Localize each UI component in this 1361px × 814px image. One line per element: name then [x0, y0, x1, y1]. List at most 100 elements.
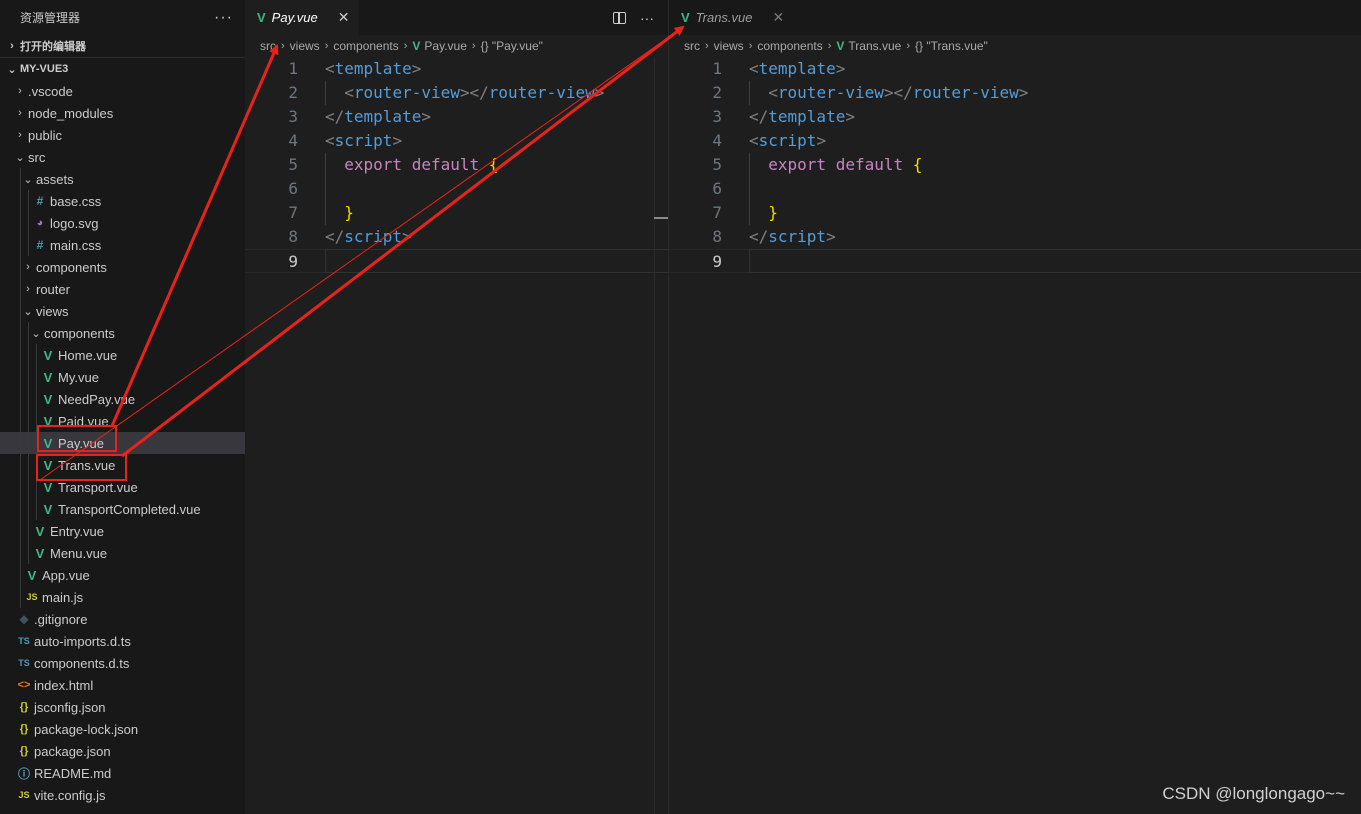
scrollbar-cursor-marker	[654, 217, 668, 219]
file-item[interactable]: {} jsconfig.json	[0, 696, 245, 718]
tab-trans-vue[interactable]: V Trans.vue ✕	[669, 0, 795, 35]
folder-item[interactable]: › node_modules	[0, 102, 245, 124]
file-item[interactable]: JS vite.config.js	[0, 784, 245, 806]
tree-item-label: index.html	[34, 677, 94, 693]
file-item[interactable]: V NeedPay.vue	[0, 388, 245, 410]
code-text: export default {	[768, 155, 923, 174]
file-item[interactable]: V App.vue	[0, 564, 245, 586]
breadcrumb-item[interactable]: {} "Pay.vue"	[481, 39, 543, 53]
chevron-down-icon: ⌄	[31, 327, 41, 340]
file-item[interactable]: V TransportCompleted.vue	[0, 498, 245, 520]
code-line: 1 <template>	[245, 57, 668, 81]
vue-file-icon: V	[43, 369, 53, 385]
file-item[interactable]: # base.css	[0, 190, 245, 212]
vue-file-icon: V	[35, 545, 45, 561]
code-line: 8 </script>	[669, 225, 1361, 249]
tree-item-label: NeedPay.vue	[58, 391, 136, 407]
tab-bar: V Trans.vue ✕	[669, 0, 1361, 35]
breadcrumb-item[interactable]: components	[757, 39, 822, 53]
scrollbar[interactable]	[654, 57, 668, 814]
folder-item[interactable]: ⌄ src	[0, 146, 245, 168]
indent-guide	[20, 212, 21, 234]
indent-guide	[20, 586, 21, 608]
split-editor-icon[interactable]	[613, 11, 626, 24]
more-actions-icon[interactable]: ···	[640, 10, 654, 26]
chevron-right-icon: ›	[26, 283, 30, 295]
breadcrumb-item[interactable]: views	[290, 39, 320, 53]
code-text: </template>	[325, 107, 431, 126]
folder-item[interactable]: › components	[0, 256, 245, 278]
indent-guide	[749, 153, 750, 225]
indent-guide	[36, 344, 37, 366]
chevron-right-icon: ›	[324, 40, 329, 52]
file-item[interactable]: <> index.html	[0, 674, 245, 696]
indent-guide	[325, 153, 326, 225]
file-item[interactable]: V My.vue	[0, 366, 245, 388]
breadcrumb-item[interactable]: {} "Trans.vue"	[915, 39, 988, 53]
tree-item-label: TransportCompleted.vue	[58, 501, 201, 517]
indent-guide	[20, 388, 21, 410]
code-editor[interactable]: 1 <template> 2 <router-view></router-view>…	[669, 57, 1361, 273]
folder-item[interactable]: ⌄ components	[0, 322, 245, 344]
project-section[interactable]: ⌄ MY-VUE3	[0, 58, 245, 80]
file-item[interactable]: TS auto-imports.d.ts	[0, 630, 245, 652]
file-item[interactable]: ◆ .gitignore	[0, 608, 245, 630]
file-item[interactable]: {} package-lock.json	[0, 718, 245, 740]
breadcrumb: src › views › components › V Trans.vue › {} "Tran…	[669, 35, 1361, 57]
breadcrumb-item[interactable]: views	[714, 39, 744, 53]
folder-item[interactable]: ⌄ views	[0, 300, 245, 322]
tree-item-label: components.d.ts	[34, 655, 130, 671]
file-item[interactable]: ◕ logo.svg	[0, 212, 245, 234]
editor-group-right: V Trans.vue ✕ src › views › components › V Tran…	[669, 0, 1361, 814]
file-item[interactable]: TS components.d.ts	[0, 652, 245, 674]
chevron-right-icon: ›	[471, 40, 476, 52]
breadcrumb-item[interactable]: Pay.vue	[424, 39, 466, 53]
indent-guide	[28, 234, 29, 256]
vue-file-icon: V	[43, 479, 53, 495]
line-number: 9	[288, 252, 298, 271]
indent-guide	[20, 520, 21, 542]
file-item[interactable]: {} package.json	[0, 740, 245, 762]
tab-pay-vue[interactable]: V Pay.vue ✕	[245, 0, 360, 35]
breadcrumb-item[interactable]: components	[333, 39, 398, 53]
file-item[interactable]: V Menu.vue	[0, 542, 245, 564]
tree-item-label: App.vue	[42, 567, 90, 583]
file-item[interactable]: JS main.js	[0, 586, 245, 608]
indent-guide	[28, 476, 29, 498]
breadcrumb-item[interactable]: src	[684, 39, 700, 53]
code-line: 1 <template>	[669, 57, 1361, 81]
open-editors-section[interactable]: › 打开的编辑器	[0, 35, 245, 57]
vue-file-icon: V	[681, 10, 690, 25]
breadcrumb-item[interactable]: src	[260, 39, 276, 53]
file-item[interactable]: ⓘ README.md	[0, 762, 245, 784]
code-editor[interactable]: 1 <template> 2 <router-view></router-view>…	[245, 57, 668, 273]
current-line-highlight	[325, 249, 668, 273]
code-line: 9	[245, 249, 668, 273]
folder-item[interactable]: › router	[0, 278, 245, 300]
ts-file-icon: TS	[18, 658, 30, 668]
breadcrumb-item[interactable]: Trans.vue	[848, 39, 901, 53]
file-item[interactable]: # main.css	[0, 234, 245, 256]
line-number: 3	[712, 107, 722, 126]
vue-file-icon: V	[836, 39, 845, 53]
close-icon[interactable]: ✕	[338, 9, 350, 26]
line-number: 2	[712, 83, 722, 102]
folder-item[interactable]: › .vscode	[0, 80, 245, 102]
indent-guide	[36, 498, 37, 520]
svg-file-icon: ◕	[36, 217, 44, 229]
folder-item[interactable]: › public	[0, 124, 245, 146]
chevron-right-icon: ›	[906, 40, 911, 52]
line-number: 7	[712, 203, 722, 222]
folder-item[interactable]: ⌄ assets	[0, 168, 245, 190]
code-text: export default {	[344, 155, 499, 174]
json-file-icon: {}	[19, 701, 29, 713]
tree-item-label: components	[44, 325, 115, 341]
file-item[interactable]: V Entry.vue	[0, 520, 245, 542]
vue-file-icon: V	[43, 391, 53, 407]
css-file-icon: #	[36, 238, 44, 252]
line-number: 4	[288, 131, 298, 150]
vue-file-icon: V	[43, 501, 53, 517]
file-item[interactable]: V Home.vue	[0, 344, 245, 366]
close-icon[interactable]: ✕	[773, 9, 785, 26]
more-actions-icon[interactable]: ···	[214, 9, 233, 27]
